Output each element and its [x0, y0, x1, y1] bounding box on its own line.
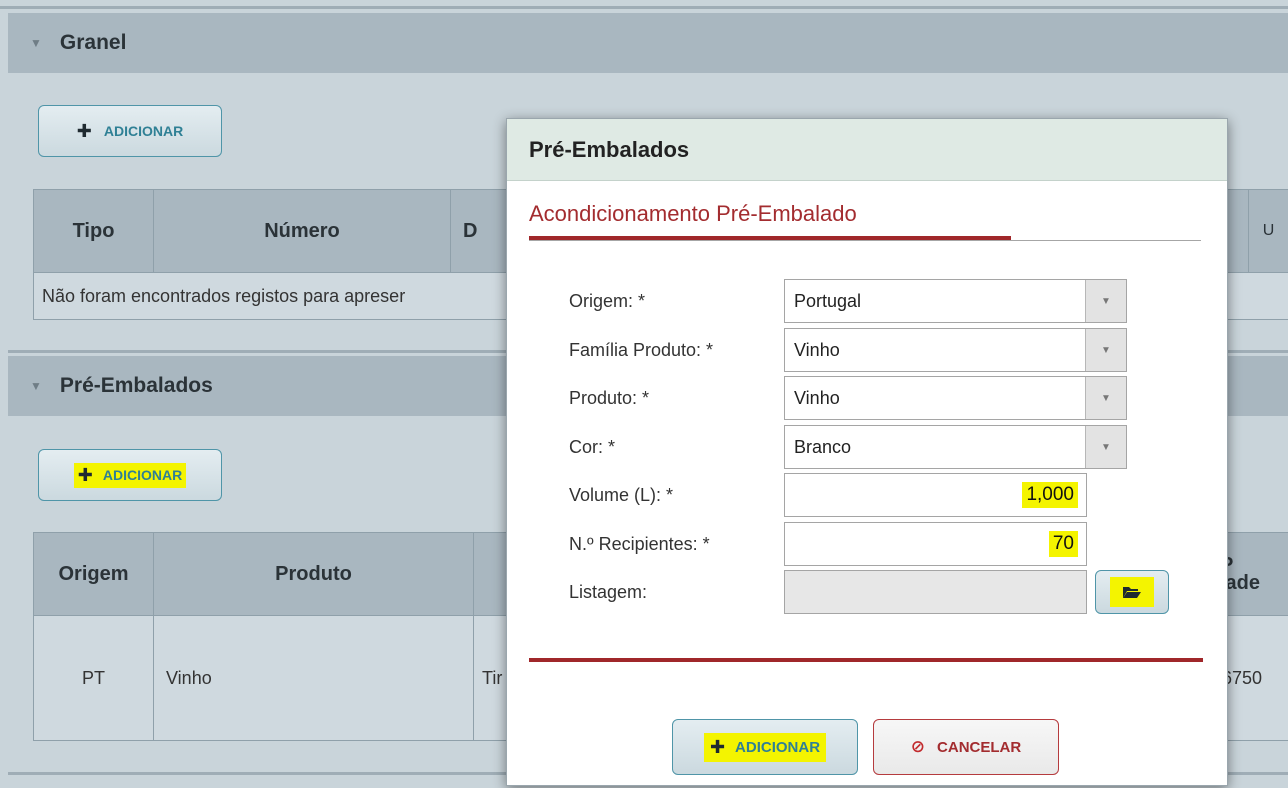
produto-value: Vinho	[794, 387, 840, 408]
recipientes-value: 70	[1048, 531, 1078, 557]
browse-file-button[interactable]	[1095, 570, 1169, 614]
cor-label: Cor: *	[569, 437, 616, 457]
pre-embalados-add-button[interactable]: ✚ ADICIONAR	[38, 449, 222, 501]
cor-value: Branco	[794, 436, 852, 457]
subtitle-underline	[529, 240, 1201, 241]
listagem-input	[784, 570, 1087, 614]
familia-value: Vinho	[794, 339, 840, 360]
origem-value: Portugal	[794, 290, 862, 311]
col-u[interactable]: U	[1248, 189, 1288, 273]
dialog-cancel-button[interactable]: ⊘ CANCELAR	[873, 719, 1059, 775]
highlight: ✚ ADICIONAR	[73, 462, 187, 488]
footer-divider	[529, 658, 1203, 662]
chevron-down-icon[interactable]: ▼	[1085, 426, 1126, 468]
produto-label: Produto: *	[569, 388, 650, 408]
chevron-down-icon[interactable]: ▼	[1085, 377, 1126, 419]
granel-add-button[interactable]: ✚ ADICIONAR	[38, 105, 222, 157]
plus-icon: ✚	[76, 120, 92, 141]
granel-add-label: ADICIONAR	[103, 123, 184, 139]
plus-icon: ✚	[77, 464, 93, 485]
cor-select[interactable]: Branco ▼	[784, 425, 1127, 469]
highlight	[1110, 577, 1154, 607]
listagem-label: Listagem:	[569, 582, 648, 602]
cell-produto: Vinho	[153, 615, 474, 741]
produto-select[interactable]: Vinho ▼	[784, 376, 1127, 420]
highlight: ✚ ADICIONAR	[703, 732, 827, 762]
dialog-add-button[interactable]: ✚ ADICIONAR	[672, 719, 858, 775]
chevron-down-icon[interactable]: ▼	[1085, 280, 1126, 322]
volume-value: 1,000	[1022, 482, 1078, 508]
pre-embalados-dialog: Pré-Embalados Acondicionamento Pré-Embal…	[506, 118, 1228, 786]
dialog-title: Pré-Embalados	[507, 119, 1227, 181]
caret-down-icon[interactable]: ▼	[30, 36, 42, 50]
ban-icon: ⊘	[910, 737, 926, 756]
col-origem[interactable]: Origem	[33, 532, 154, 616]
chevron-down-icon[interactable]: ▼	[1085, 329, 1126, 371]
pre-embalados-title: Pré-Embalados	[59, 374, 213, 397]
col-produto[interactable]: Produto	[153, 532, 474, 616]
plus-icon: ✚	[709, 736, 726, 757]
granel-header[interactable]: ▼ Granel	[8, 13, 1288, 73]
top-divider	[0, 6, 1288, 9]
volume-input[interactable]: 1,000	[784, 473, 1087, 517]
recipientes-input[interactable]: 70	[784, 522, 1087, 566]
dialog-cancel-label: CANCELAR	[937, 738, 1022, 756]
origem-select[interactable]: Portugal ▼	[784, 279, 1127, 323]
col-numero[interactable]: Número	[153, 189, 451, 273]
caret-down-icon[interactable]: ▼	[30, 379, 42, 393]
folder-open-icon	[1123, 587, 1141, 598]
col-tipo[interactable]: Tipo	[33, 189, 154, 273]
granel-title: Granel	[59, 31, 127, 54]
dialog-subtitle: Acondicionamento Pré-Embalado	[529, 201, 857, 226]
subtitle-accent-line	[529, 236, 1011, 240]
cell-origem: PT	[33, 615, 154, 741]
pre-embalados-add-label: ADICIONAR	[102, 467, 183, 483]
recipientes-label: N.º Recipientes: *	[569, 534, 710, 554]
familia-produto-select[interactable]: Vinho ▼	[784, 328, 1127, 372]
volume-label: Volume (L): *	[569, 485, 674, 505]
dialog-add-label: ADICIONAR	[735, 738, 821, 756]
origem-label: Origem: *	[569, 291, 646, 311]
familia-label: Família Produto: *	[569, 340, 714, 360]
